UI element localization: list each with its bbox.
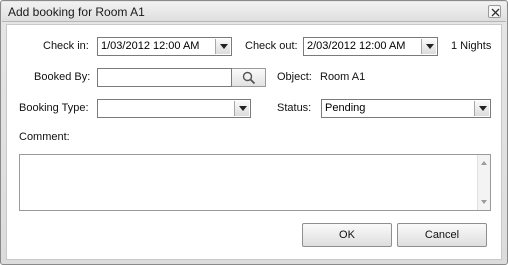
scroll-down-icon[interactable] bbox=[481, 200, 487, 204]
check-out-dropdown-icon[interactable] bbox=[421, 39, 436, 54]
comment-label: Comment: bbox=[19, 131, 70, 143]
nights-count: 1 Nights bbox=[451, 40, 492, 52]
comment-scrollbar[interactable] bbox=[477, 155, 490, 210]
check-out-value: 2/03/2012 12:00 AM bbox=[307, 40, 406, 52]
close-icon bbox=[491, 8, 500, 17]
close-button[interactable] bbox=[488, 5, 501, 18]
check-out-field[interactable]: 2/03/2012 12:00 AM bbox=[303, 37, 438, 56]
status-label: Status: bbox=[277, 102, 312, 114]
dialog-title: Add booking for Room A1 bbox=[8, 5, 145, 19]
title-bar: Add booking for Room A1 bbox=[2, 2, 506, 22]
status-dropdown-icon[interactable] bbox=[474, 101, 489, 116]
booking-type-dropdown-icon[interactable] bbox=[234, 101, 249, 116]
ok-button[interactable]: OK bbox=[302, 223, 392, 247]
search-icon bbox=[242, 71, 256, 85]
check-in-dropdown-icon[interactable] bbox=[215, 39, 230, 54]
status-select[interactable]: Pending bbox=[321, 99, 491, 118]
form-panel: Check in: 1/03/2012 12:00 AM Check out: … bbox=[6, 24, 502, 260]
cancel-button[interactable]: Cancel bbox=[397, 223, 487, 247]
booking-type-select[interactable] bbox=[97, 99, 251, 118]
object-value: Room A1 bbox=[320, 71, 366, 83]
booked-by-search-button[interactable] bbox=[232, 68, 266, 87]
check-in-field[interactable]: 1/03/2012 12:00 AM bbox=[97, 37, 232, 56]
booking-type-label: Booking Type: bbox=[19, 102, 89, 114]
comment-textarea[interactable] bbox=[19, 154, 491, 211]
status-value: Pending bbox=[325, 102, 366, 114]
booked-by-label: Booked By: bbox=[34, 71, 91, 83]
check-out-label: Check out: bbox=[245, 40, 298, 52]
object-label: Object: bbox=[277, 71, 312, 83]
booking-dialog: Add booking for Room A1 Check in: 1/03/2… bbox=[0, 0, 508, 265]
check-in-label: Check in: bbox=[43, 40, 89, 52]
booked-by-field[interactable] bbox=[97, 68, 232, 87]
scroll-up-icon[interactable] bbox=[481, 161, 487, 165]
check-in-value: 1/03/2012 12:00 AM bbox=[101, 40, 200, 52]
